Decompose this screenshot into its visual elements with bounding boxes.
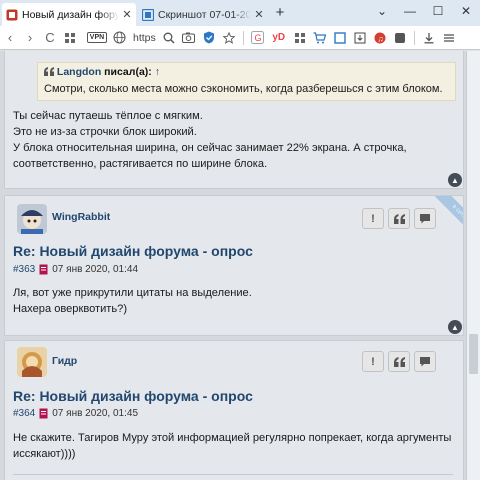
report-button[interactable]: ! xyxy=(362,208,384,229)
back-to-top-icon[interactable]: ▲ xyxy=(448,173,462,187)
quote-icon xyxy=(393,213,405,224)
post-364: Гидр ! Re: Новый дизайн форума - опрос #… xyxy=(4,340,464,480)
tab-bar: Новый дизайн форума – о ✕ Скриншот 07-01… xyxy=(0,0,480,26)
extension-red-icon[interactable]: ♫ xyxy=(371,29,389,47)
scrollbar-thumb[interactable] xyxy=(469,334,478,374)
post-divider xyxy=(13,474,453,475)
minimize-icon[interactable]: — xyxy=(396,0,424,22)
post-body: Ля, вот уже прикрутили цитаты на выделен… xyxy=(13,285,252,317)
quote-wrote: писал(а): xyxy=(104,66,152,78)
browser-toolbar: ‹ › C VPN https G yD ♫ xyxy=(0,26,480,50)
quote-block: Langdon писал(а): ↑ Смотри, сколько мест… xyxy=(37,62,456,101)
maximize-icon[interactable]: ☐ xyxy=(424,0,452,22)
post-meta: #363 07 янв 2020, 01:44 xyxy=(13,264,138,275)
quote-button[interactable] xyxy=(388,208,410,229)
post-number[interactable]: #364 xyxy=(13,408,35,419)
post-date: 07 янв 2020, 01:45 xyxy=(52,408,139,419)
svg-text:♫: ♫ xyxy=(377,34,383,43)
camera-icon[interactable] xyxy=(180,29,198,47)
speech-bubble-icon xyxy=(420,357,430,367)
address-bar[interactable]: https xyxy=(133,32,156,44)
post-body: Ты сейчас путаешь тёплое с мягким. Это н… xyxy=(13,108,407,172)
post-file-icon xyxy=(39,264,48,275)
quote-icon xyxy=(44,67,54,76)
post-363: в сети WingRabbit ! Re: Новый дизайн фор… xyxy=(4,195,464,336)
home-icon[interactable] xyxy=(60,28,80,48)
shield-icon[interactable] xyxy=(200,29,218,47)
extension-g-icon[interactable]: G xyxy=(249,29,267,47)
globe-icon[interactable] xyxy=(110,29,128,47)
vpn-badge[interactable]: VPN xyxy=(86,29,108,47)
toolbar-divider xyxy=(413,30,415,45)
post-line: иссякают)))) xyxy=(13,448,76,460)
post-body: Не скажите. Тагиров Муру этой информацие… xyxy=(13,430,458,462)
tab-title: Скриншот 07-01-2020 01: xyxy=(158,8,251,21)
forward-icon[interactable]: › xyxy=(20,28,40,48)
username[interactable]: WingRabbit xyxy=(52,211,110,223)
star-icon[interactable] xyxy=(220,29,238,47)
post-number[interactable]: #363 xyxy=(13,264,35,275)
tab-screenshot[interactable]: Скриншот 07-01-2020 01: ✕ xyxy=(138,3,268,26)
toolbar-divider xyxy=(242,30,244,45)
post-line: У блока относительная ширина, он сейчас … xyxy=(13,142,407,154)
new-tab-button[interactable]: + xyxy=(270,3,290,23)
page-content: Langdon писал(а): ↑ Смотри, сколько мест… xyxy=(0,51,480,480)
tab-close-icon[interactable]: ✕ xyxy=(122,8,132,21)
menu-icon[interactable] xyxy=(440,29,458,47)
back-icon[interactable]: ‹ xyxy=(0,28,20,48)
post-meta: #364 07 янв 2020, 01:45 xyxy=(13,408,138,419)
tab-title: Новый дизайн форума – о xyxy=(22,8,119,21)
reply-button[interactable] xyxy=(414,208,436,229)
tab-close-icon[interactable]: ✕ xyxy=(254,8,264,21)
post-line: Ты сейчас путаешь тёплое с мягким. xyxy=(13,110,203,122)
avatar xyxy=(17,204,47,234)
quote-icon xyxy=(393,356,405,367)
exclamation-icon: ! xyxy=(371,212,375,225)
window-controls: ⌄ — ☐ ✕ xyxy=(368,0,480,22)
avatar xyxy=(17,347,47,377)
yd-icon[interactable]: yD xyxy=(269,29,289,47)
screenshot-favicon-icon xyxy=(142,8,154,21)
post-langdon-reply: Langdon писал(а): ↑ Смотри, сколько мест… xyxy=(4,51,464,189)
search-icon[interactable] xyxy=(160,29,178,47)
post-file-icon xyxy=(39,408,48,419)
exclamation-icon: ! xyxy=(371,355,375,368)
post-title[interactable]: Re: Новый дизайн форума - опрос xyxy=(13,243,253,259)
post-line: Это не из-за строчки блок широкий. xyxy=(13,126,197,138)
bracket-icon[interactable] xyxy=(331,29,349,47)
quote-arrow-icon[interactable]: ↑ xyxy=(155,66,160,78)
quote-header: Langdon писал(а): ↑ xyxy=(44,66,160,78)
online-ribbon: в сети xyxy=(433,196,463,238)
tab-forum[interactable]: Новый дизайн форума – о ✕ xyxy=(2,3,136,26)
reply-button[interactable] xyxy=(414,351,436,372)
forum-favicon-icon xyxy=(6,9,18,21)
close-window-icon[interactable]: ✕ xyxy=(452,0,480,22)
back-to-top-icon[interactable]: ▲ xyxy=(448,320,462,334)
scrollbar-track[interactable] xyxy=(466,51,480,480)
quote-text: Смотри, сколько места можно сэкономить, … xyxy=(44,83,443,95)
cart-icon[interactable] xyxy=(311,29,329,47)
post-line: Нахера оверквотить?) xyxy=(13,303,128,315)
extension-dark-icon[interactable] xyxy=(391,29,409,47)
download-box-icon[interactable] xyxy=(351,29,369,47)
report-button[interactable]: ! xyxy=(362,351,384,372)
post-line: Ля, вот уже прикрутили цитаты на выделен… xyxy=(13,287,252,299)
grid-icon[interactable] xyxy=(291,29,309,47)
speech-bubble-icon xyxy=(420,214,430,224)
post-line: Не скажите. Тагиров Муру этой информацие… xyxy=(13,432,452,444)
svg-text:G: G xyxy=(255,33,262,43)
post-line: соответственно, растягивается по ширине … xyxy=(13,158,268,170)
quote-author[interactable]: Langdon xyxy=(57,66,101,78)
post-date: 07 янв 2020, 01:44 xyxy=(52,264,139,275)
quote-button[interactable] xyxy=(388,351,410,372)
post-title[interactable]: Re: Новый дизайн форума - опрос xyxy=(13,388,253,404)
reload-icon[interactable]: C xyxy=(40,28,60,48)
download-icon[interactable] xyxy=(420,29,438,47)
username[interactable]: Гидр xyxy=(52,355,77,367)
tabs-menu-icon[interactable]: ⌄ xyxy=(368,0,396,22)
